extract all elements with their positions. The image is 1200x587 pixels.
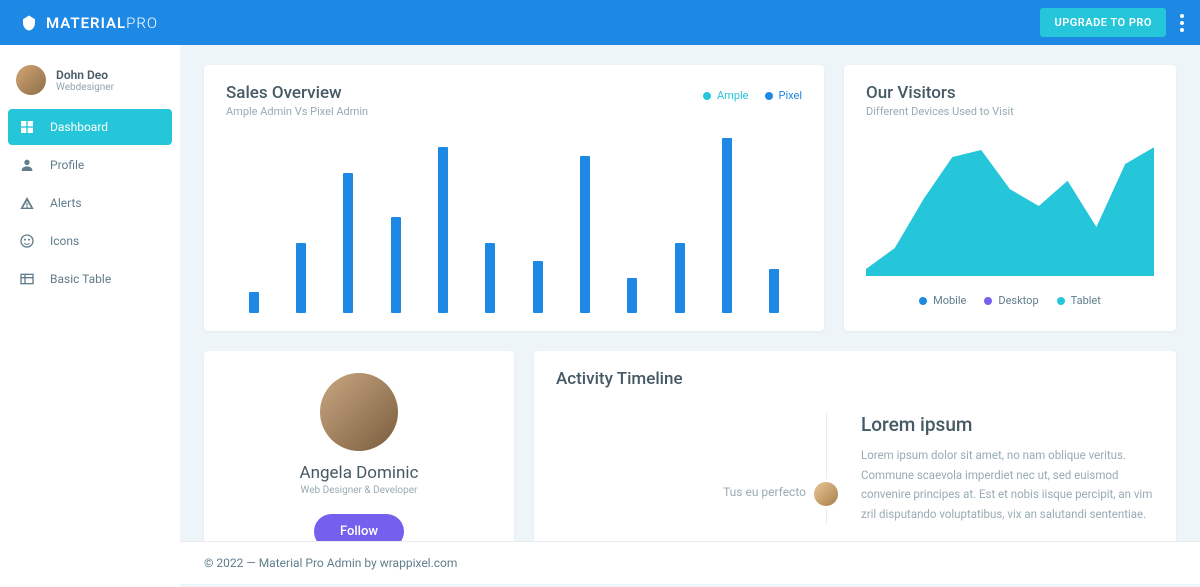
sidebar-nav: Dashboard Profile Alerts Icons Basic Table xyxy=(0,109,180,297)
topbar: MATERIALPRO UPGRADE TO PRO xyxy=(0,0,1200,45)
sidebar-item-alerts[interactable]: Alerts xyxy=(8,185,172,221)
card-profile: Angela Dominic Web Designer & Developer … xyxy=(204,351,514,567)
sidebar-item-label: Alerts xyxy=(50,196,82,210)
profile-role: Web Designer & Developer xyxy=(226,485,492,496)
timeline-left-label: Tus eu perfecto xyxy=(556,413,826,524)
more-menu-icon[interactable] xyxy=(1176,14,1188,32)
bar xyxy=(296,243,306,313)
card-sales-overview: Sales Overview Ample Admin Vs Pixel Admi… xyxy=(204,65,824,331)
sidebar-item-label: Profile xyxy=(50,158,84,172)
profile-name: Angela Dominic xyxy=(226,463,492,483)
warning-icon xyxy=(18,194,36,212)
sales-bar-chart xyxy=(226,138,802,313)
upgrade-button[interactable]: UPGRADE TO PRO xyxy=(1040,8,1166,37)
user-name: Dohn Deo xyxy=(56,68,114,82)
bar xyxy=(769,269,779,313)
visitors-title: Our Visitors xyxy=(866,83,1154,103)
bar xyxy=(627,278,637,313)
sidebar-user[interactable]: Dohn Deo Webdesigner xyxy=(0,59,180,109)
visitors-area-chart xyxy=(866,136,1154,276)
bar xyxy=(438,147,448,313)
timeline-heading: Lorem ipsum xyxy=(861,413,1154,436)
user-role: Webdesigner xyxy=(56,82,114,93)
sales-subtitle: Ample Admin Vs Pixel Admin xyxy=(226,105,368,118)
legend-item: Ample xyxy=(703,89,749,102)
sidebar-item-icons[interactable]: Icons xyxy=(8,223,172,259)
sidebar-item-label: Icons xyxy=(50,234,79,248)
dashboard-icon xyxy=(18,118,36,136)
face-icon xyxy=(18,232,36,250)
table-icon xyxy=(18,270,36,288)
bar xyxy=(533,261,543,314)
sidebar-item-label: Dashboard xyxy=(50,120,108,134)
bar xyxy=(391,217,401,313)
timeline-divider xyxy=(826,413,827,524)
sidebar-item-basic-table[interactable]: Basic Table xyxy=(8,261,172,297)
sidebar-item-dashboard[interactable]: Dashboard xyxy=(8,109,172,145)
person-icon xyxy=(18,156,36,174)
legend-item: Tablet xyxy=(1057,294,1101,307)
bar xyxy=(249,292,259,313)
legend-item: Desktop xyxy=(984,294,1038,307)
bar xyxy=(580,156,590,314)
activity-title: Activity Timeline xyxy=(556,369,1154,389)
legend-item: Mobile xyxy=(919,294,966,307)
sidebar-item-profile[interactable]: Profile xyxy=(8,147,172,183)
sales-title: Sales Overview xyxy=(226,83,368,103)
timeline-avatar xyxy=(811,479,841,509)
avatar xyxy=(16,65,46,95)
legend-item: Pixel xyxy=(765,89,802,102)
footer: © 2022 — Material Pro Admin by wrappixel… xyxy=(180,541,1200,584)
logo-icon xyxy=(20,14,38,32)
sidebar-item-label: Basic Table xyxy=(50,272,111,286)
visitors-subtitle: Different Devices Used to Visit xyxy=(866,105,1154,118)
bar xyxy=(675,243,685,313)
timeline-body: Lorem ipsum dolor sit amet, no nam obliq… xyxy=(861,446,1154,524)
visitors-legend: Mobile Desktop Tablet xyxy=(866,294,1154,307)
bar xyxy=(343,173,353,313)
sidebar: Dohn Deo Webdesigner Dashboard Profile Ale… xyxy=(0,45,180,587)
bar xyxy=(722,138,732,313)
profile-avatar xyxy=(320,373,398,451)
sales-legend: Ample Pixel xyxy=(703,89,802,102)
brand-logo[interactable]: MATERIALPRO xyxy=(20,14,158,32)
card-visitors: Our Visitors Different Devices Used to V… xyxy=(844,65,1176,331)
card-activity: Activity Timeline Tus eu perfecto Lorem … xyxy=(534,351,1176,567)
main-content: Sales Overview Ample Admin Vs Pixel Admi… xyxy=(180,45,1200,587)
bar xyxy=(485,243,495,313)
